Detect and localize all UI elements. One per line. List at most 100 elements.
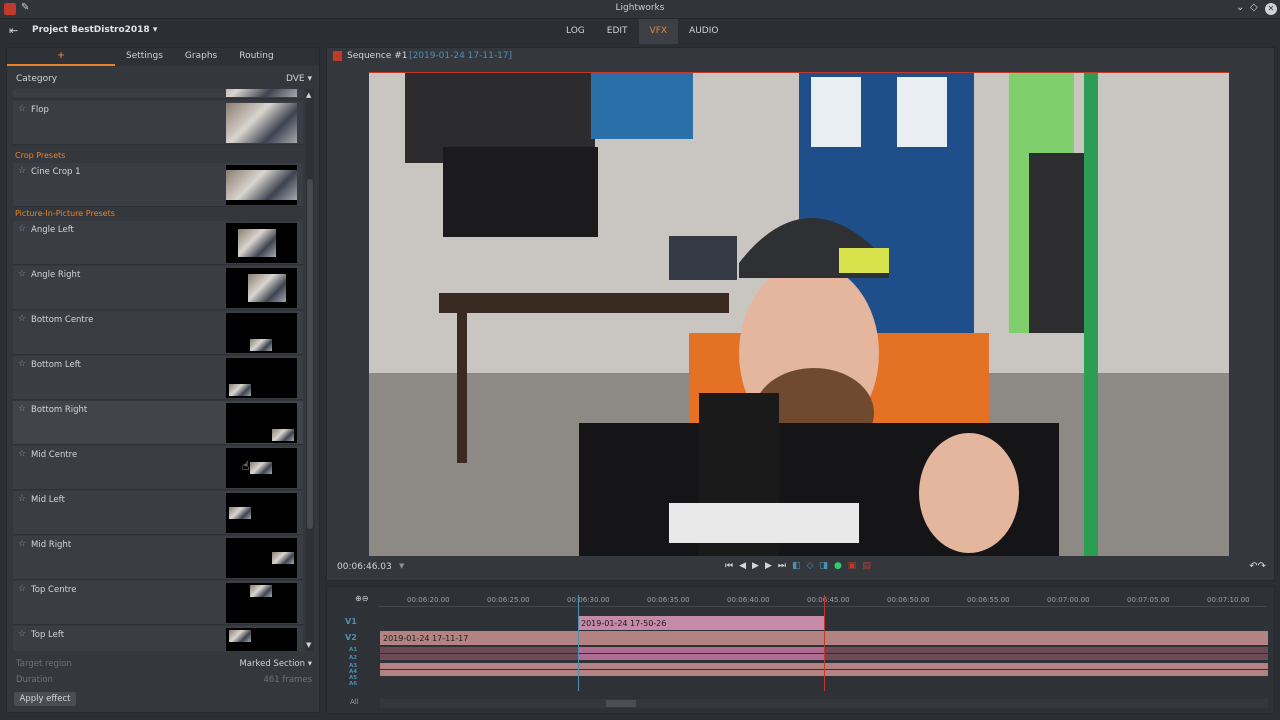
list-item[interactable]	[13, 89, 303, 99]
minimize-icon[interactable]: ⌄	[1236, 2, 1244, 13]
go-to-end-icon[interactable]: ⏭	[778, 561, 786, 571]
video-frame[interactable]	[369, 72, 1229, 556]
clip-a1[interactable]	[578, 647, 824, 653]
scroll-up-icon[interactable]: ▲	[306, 91, 311, 99]
maximize-icon[interactable]: ◇	[1250, 2, 1258, 13]
effect-item-top-centre[interactable]: ☆ Top Centre	[13, 581, 303, 625]
effect-item-flop[interactable]: ☆ Flop	[13, 101, 303, 145]
effect-thumbnail	[226, 103, 297, 143]
transport-controls: ⏮ ◀ ▶ ▶ ⏭ ◧ ◇ ◨ ● ▣ ▤	[725, 561, 871, 571]
all-tracks-label[interactable]: All	[350, 698, 359, 706]
timeline-footer: All	[327, 695, 1274, 713]
effects-scrollbar[interactable]: ▲ ▼	[306, 89, 314, 651]
track-label-v2[interactable]: V2	[345, 633, 357, 642]
effect-item-mid-right[interactable]: ☆ Mid Right	[13, 536, 303, 580]
star-icon[interactable]: ☆	[18, 449, 26, 459]
effect-item-cine-crop-1[interactable]: ☆ Cine Crop 1	[13, 163, 303, 207]
track-label-v1[interactable]: V1	[345, 617, 357, 626]
scrollbar-thumb[interactable]	[307, 179, 313, 529]
close-icon[interactable]: ✕	[1265, 3, 1277, 15]
star-icon[interactable]: ☆	[18, 629, 26, 639]
star-icon[interactable]: ☆	[18, 404, 26, 414]
star-icon[interactable]: ☆	[18, 104, 26, 114]
tab-edit[interactable]: EDIT	[596, 19, 639, 44]
exit-project-icon[interactable]: ⇤	[9, 24, 18, 37]
effect-name: Angle Left	[31, 225, 74, 235]
effects-panel: + Settings Graphs Routing Category DVE ▾…	[6, 47, 320, 713]
sequence-viewer: Sequence #1 [2019-01-24 17-11-17] 00:06:…	[326, 47, 1275, 581]
mark-clear-icon[interactable]: ◇	[807, 561, 814, 571]
clip-a2[interactable]	[578, 654, 824, 660]
timeline-scroll-thumb[interactable]	[606, 700, 636, 707]
effect-item-bottom-centre[interactable]: ☆ Bottom Centre	[13, 311, 303, 355]
timeline-scrollbar[interactable]	[380, 699, 1268, 708]
step-forward-icon[interactable]: ▶	[765, 561, 772, 571]
target-region-dropdown[interactable]: Marked Section ▾	[239, 659, 312, 669]
loop-icon[interactable]: ↶↷	[1249, 561, 1266, 572]
timecode-display[interactable]: 00:06:46.03	[337, 562, 392, 572]
effect-thumbnail	[226, 448, 297, 488]
effect-item-bottom-right[interactable]: ☆ Bottom Right	[13, 401, 303, 445]
cue-icon[interactable]: ●	[834, 561, 842, 571]
star-icon[interactable]: ☆	[18, 224, 26, 234]
effect-item-bottom-left[interactable]: ☆ Bottom Left	[13, 356, 303, 400]
star-icon[interactable]: ☆	[18, 494, 26, 504]
effect-item-mid-centre[interactable]: ☆ Mid Centre	[13, 446, 303, 490]
effect-item-angle-left[interactable]: ☆ Angle Left	[13, 221, 303, 265]
category-dropdown[interactable]: DVE ▾	[286, 74, 312, 84]
window-title: Lightworks	[615, 3, 665, 13]
ruler-tick: 00:06:20.00	[407, 596, 450, 604]
section-crop-presets: Crop Presets	[15, 151, 66, 160]
zoom-icons[interactable]: ⊕⊖	[355, 594, 368, 603]
effect-name: Bottom Left	[31, 360, 81, 370]
effect-item-mid-left[interactable]: ☆ Mid Left	[13, 491, 303, 535]
scroll-down-icon[interactable]: ▼	[306, 641, 311, 649]
tab-log[interactable]: LOG	[555, 19, 596, 44]
duration-row: Duration 461 frames	[16, 674, 312, 688]
track-label-a2[interactable]: A2	[349, 655, 357, 661]
star-icon[interactable]: ☆	[18, 269, 26, 279]
star-icon[interactable]: ☆	[18, 359, 26, 369]
clip-v1[interactable]: 2019-01-24 17-50-26	[578, 616, 824, 630]
insert-icon[interactable]: ▣	[848, 561, 857, 571]
play-icon[interactable]: ▶	[752, 561, 759, 571]
tab-routing[interactable]: Routing	[228, 48, 285, 66]
effect-thumbnail	[226, 538, 297, 578]
star-icon[interactable]: ☆	[18, 539, 26, 549]
star-icon[interactable]: ☆	[18, 584, 26, 594]
tab-settings[interactable]: Settings	[115, 48, 174, 66]
go-to-start-icon[interactable]: ⏮	[725, 561, 733, 571]
playhead[interactable]	[824, 595, 825, 691]
step-back-icon[interactable]: ◀	[739, 561, 746, 571]
effect-name: Bottom Right	[31, 405, 88, 415]
star-icon[interactable]: ☆	[18, 166, 26, 176]
replace-icon[interactable]: ▤	[862, 561, 871, 571]
room-tabs: LOG EDIT VFX AUDIO	[555, 19, 729, 44]
video-frame-image	[369, 73, 1229, 556]
effect-item-angle-right[interactable]: ☆ Angle Right	[13, 266, 303, 310]
tab-vfx[interactable]: VFX	[638, 19, 679, 44]
ruler-tick: 00:06:40.00	[727, 596, 770, 604]
effect-thumbnail	[226, 223, 297, 263]
apply-effect-button[interactable]: Apply effect	[14, 692, 76, 706]
clip-v1-name: 2019-01-24 17-50-26	[581, 619, 667, 628]
mark-in-line	[578, 595, 579, 691]
effect-name: Top Left	[31, 630, 65, 640]
timecode-dropdown-icon[interactable]: ▼	[399, 562, 404, 570]
title-bar: ✎ Lightworks ⌄ ◇ ✕	[0, 0, 1280, 19]
track-label-a6[interactable]: A6	[349, 681, 357, 687]
tab-add-effect[interactable]: +	[7, 48, 115, 66]
tab-graphs[interactable]: Graphs	[174, 48, 228, 66]
tab-audio[interactable]: AUDIO	[678, 19, 729, 44]
timeline-ruler[interactable]: 00:06:20.00 00:06:25.00 00:06:30.00 00:0…	[379, 593, 1267, 607]
clip-v2-name: 2019-01-24 17-11-17	[383, 634, 469, 643]
effect-item-top-left[interactable]: ☆ Top Left	[13, 626, 303, 651]
project-name[interactable]: Project BestDistro2018 ▾	[32, 25, 157, 35]
target-region-row: Target region Marked Section ▾	[16, 658, 312, 672]
effect-thumbnail	[226, 628, 297, 651]
track-label-a1[interactable]: A1	[349, 647, 357, 653]
star-icon[interactable]: ☆	[18, 314, 26, 324]
mark-out-icon[interactable]: ◨	[819, 561, 828, 571]
mark-in-icon[interactable]: ◧	[792, 561, 801, 571]
timeline-panel: ⊕⊖ 00:06:20.00 00:06:25.00 00:06:30.00 0…	[326, 586, 1275, 714]
